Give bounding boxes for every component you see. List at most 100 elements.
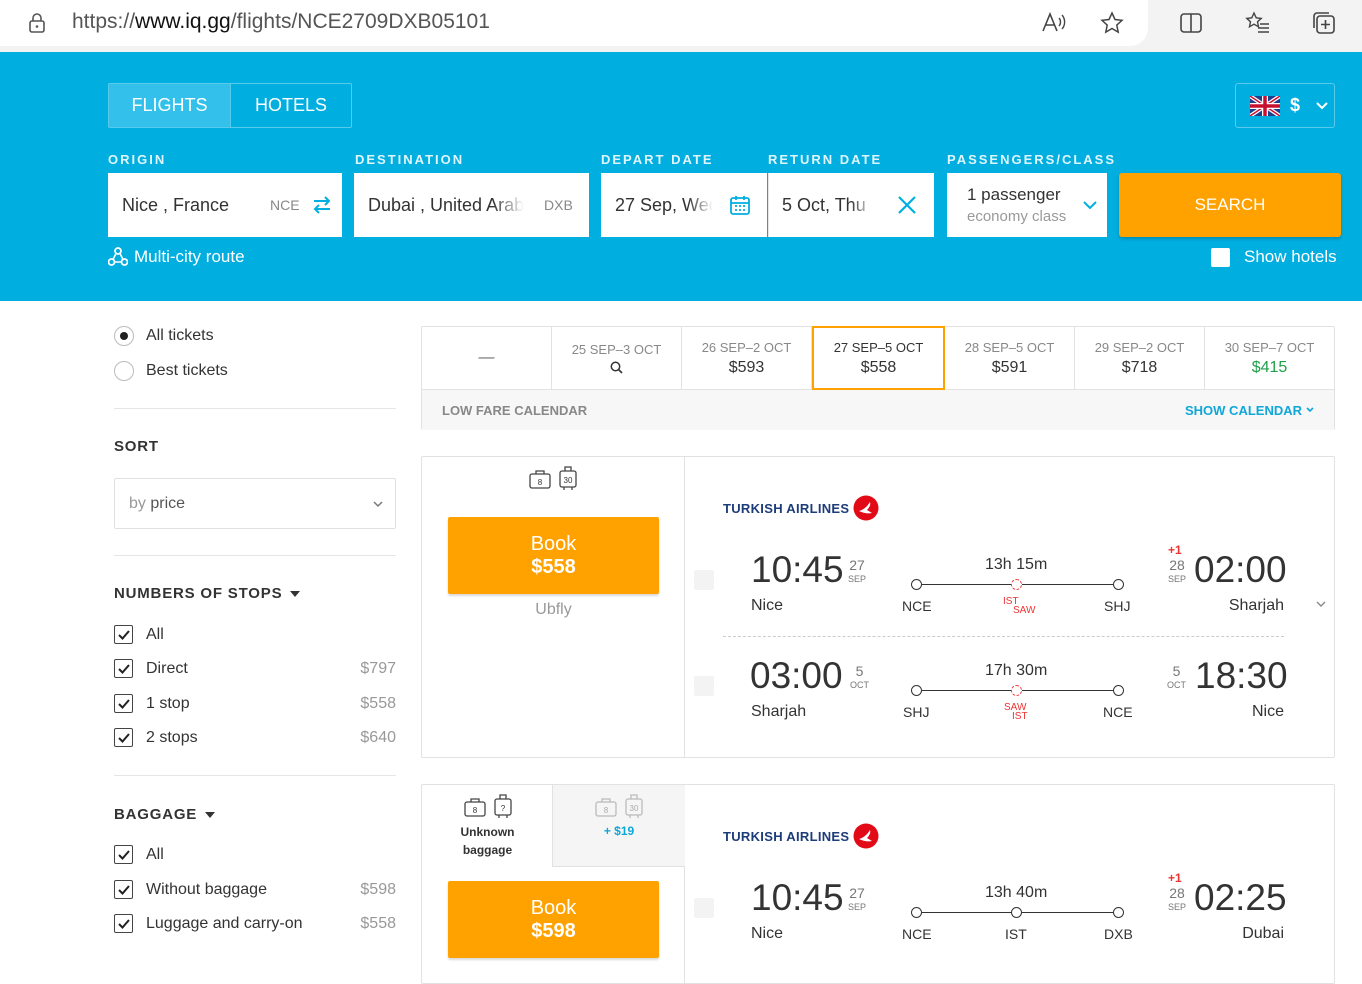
flight-duration: 13h 40m: [985, 884, 1048, 901]
filter-all-tickets[interactable]: All tickets: [114, 326, 214, 346]
depart-date-field[interactable]: 27 Sep, Wed: [601, 173, 767, 237]
search-button[interactable]: SEARCH: [1119, 173, 1341, 237]
fare-option-selected[interactable]: 8 ? Unknown baggage: [422, 785, 553, 867]
show-hotels-checkbox[interactable]: [1211, 247, 1230, 267]
tab-flights[interactable]: FLIGHTS: [109, 84, 230, 127]
origin-airport: NCE: [902, 598, 932, 614]
stops-option-all[interactable]: All: [114, 625, 396, 644]
baggage-option-luggage[interactable]: Luggage and carry-on $558: [114, 914, 396, 933]
caret-down-icon: [205, 811, 216, 818]
divider: [114, 408, 396, 409]
baggage-filter-header[interactable]: BAGGAGE: [114, 806, 216, 823]
turkish-airlines-bird-icon: [853, 823, 879, 849]
passengers-field[interactable]: 1 passenger economy class: [947, 173, 1107, 237]
checkbox-checked[interactable]: [114, 914, 133, 933]
return-date-field[interactable]: 5 Oct, Thu: [768, 173, 934, 237]
sort-select[interactable]: by price: [114, 478, 396, 529]
arrival-date: 28 SEP: [1168, 557, 1187, 584]
segment-checkbox[interactable]: [694, 676, 714, 696]
clear-return-icon[interactable]: [897, 195, 917, 215]
airline-name: TURKISH AIRLINES: [723, 828, 850, 844]
stops-option-direct[interactable]: Direct $797: [114, 659, 396, 678]
calendar-cell[interactable]: 26 SEP–2 OCT $593: [682, 327, 812, 389]
destination-airport: DXB: [1104, 926, 1133, 942]
stops-option-1-stop[interactable]: 1 stop $558: [114, 694, 396, 713]
calendar-price: —: [478, 349, 495, 366]
fare-option-with-baggage[interactable]: 8 30 + $19: [553, 785, 685, 867]
checkbox-checked[interactable]: [114, 845, 133, 864]
show-calendar-link[interactable]: SHOW CALENDAR: [1185, 403, 1314, 418]
origin-dot: [911, 907, 922, 918]
segment-checkbox[interactable]: [694, 570, 714, 590]
arrival-time: 02:25: [1194, 877, 1287, 918]
origin-code: NCE: [270, 197, 300, 213]
calendar-price: $415: [1251, 358, 1288, 376]
checkbox-checked[interactable]: [114, 659, 133, 678]
origin-field[interactable]: Nice , France NCE: [108, 173, 342, 237]
stops-option-2-stops[interactable]: 2 stops $640: [114, 728, 396, 747]
favorite-star-icon[interactable]: [1099, 10, 1125, 36]
favorites-list-icon[interactable]: [1245, 10, 1271, 36]
ticket-price-panel: 8 30 Book $558 Ubfly: [422, 457, 685, 757]
turkish-airlines-bird-icon: [853, 495, 879, 521]
destination-code: DXB: [544, 197, 573, 213]
collections-icon[interactable]: [1311, 10, 1337, 36]
book-button[interactable]: Book $598: [448, 881, 659, 958]
multi-city-label: Multi-city route: [134, 247, 245, 266]
multi-city-link[interactable]: Multi-city route: [108, 247, 245, 267]
currency-selector[interactable]: $: [1235, 83, 1335, 128]
checkmark-icon: [117, 732, 130, 743]
origin-dot: [911, 579, 922, 590]
tab-hotels[interactable]: HOTELS: [230, 84, 351, 127]
checkbox-checked[interactable]: [114, 880, 133, 899]
option-label: Direct: [146, 659, 188, 677]
calendar-cell[interactable]: 28 SEP–5 OCT $591: [945, 327, 1075, 389]
expand-chevron-icon[interactable]: [1316, 601, 1326, 608]
book-label: Book: [530, 532, 577, 555]
baggage-option-all[interactable]: All: [114, 845, 396, 864]
split-screen-icon[interactable]: [1178, 10, 1204, 36]
baggage-title: BAGGAGE: [114, 806, 198, 823]
radio-best-tickets[interactable]: [114, 361, 134, 381]
address-bar[interactable]: https://www.iq.gg/flights/NCE2709DXB0510…: [0, 0, 1148, 46]
origin-dot: [911, 685, 922, 696]
airline-logo: TURKISH AIRLINES: [723, 823, 879, 849]
read-aloud-icon[interactable]: [1040, 10, 1066, 36]
caret-down-icon: [290, 590, 301, 597]
destination-field[interactable]: Dubai , United Arab DXB: [354, 173, 589, 237]
calendar-cell-cheapest[interactable]: 30 SEP–7 OCT $415: [1205, 327, 1334, 389]
calendar-icon[interactable]: [730, 195, 750, 215]
show-hotels-toggle[interactable]: Show hotels: [1211, 247, 1337, 267]
swap-icon[interactable]: [312, 196, 332, 214]
filter-best-tickets[interactable]: Best tickets: [114, 361, 228, 381]
checkbox-checked[interactable]: [114, 728, 133, 747]
segment-checkbox[interactable]: [694, 898, 714, 918]
radio-label: Best tickets: [146, 362, 228, 379]
calendar-cell-prev[interactable]: —: [422, 327, 552, 389]
arrival-city: Dubai: [1242, 925, 1284, 942]
baggage-option-without[interactable]: Without baggage $598: [114, 880, 396, 899]
flight-duration: 13h 15m: [985, 556, 1048, 573]
flight-segment-outbound: 10:45 27 SEP Nice 13h 15m NCE IST SAW SHJ…: [692, 543, 1292, 637]
calendar-dates: 29 SEP–2 OCT: [1094, 339, 1185, 355]
calendar-dates: 25 SEP–3 OCT: [571, 342, 662, 357]
stopover-dot: [1011, 685, 1022, 696]
departure-date: 27 SEP: [848, 557, 867, 584]
checkbox-checked[interactable]: [114, 694, 133, 713]
chevron-down-icon: [1083, 201, 1097, 210]
book-button[interactable]: Book $558: [448, 517, 659, 594]
radio-all-tickets[interactable]: [114, 326, 134, 346]
passengers-value: 1 passenger: [967, 185, 1061, 204]
calendar-dates: 28 SEP–5 OCT: [964, 339, 1055, 355]
checkbox-checked[interactable]: [114, 625, 133, 644]
calendar-cell[interactable]: 25 SEP–3 OCT: [552, 327, 682, 389]
calendar-dates: 26 SEP–2 OCT: [701, 339, 792, 355]
departure-city: Nice: [751, 925, 784, 942]
carry-on-weight: 30: [564, 476, 573, 485]
option-label: 2 stops: [146, 728, 198, 746]
calendar-cell[interactable]: 29 SEP–2 OCT $718: [1075, 327, 1205, 389]
depart-label: DEPART DATE: [601, 152, 714, 167]
calendar-cell-selected[interactable]: 27 SEP–5 OCT $558: [812, 326, 945, 390]
stops-filter-header[interactable]: NUMBERS OF STOPS: [114, 585, 301, 602]
departure-time: 10:45: [751, 877, 844, 918]
